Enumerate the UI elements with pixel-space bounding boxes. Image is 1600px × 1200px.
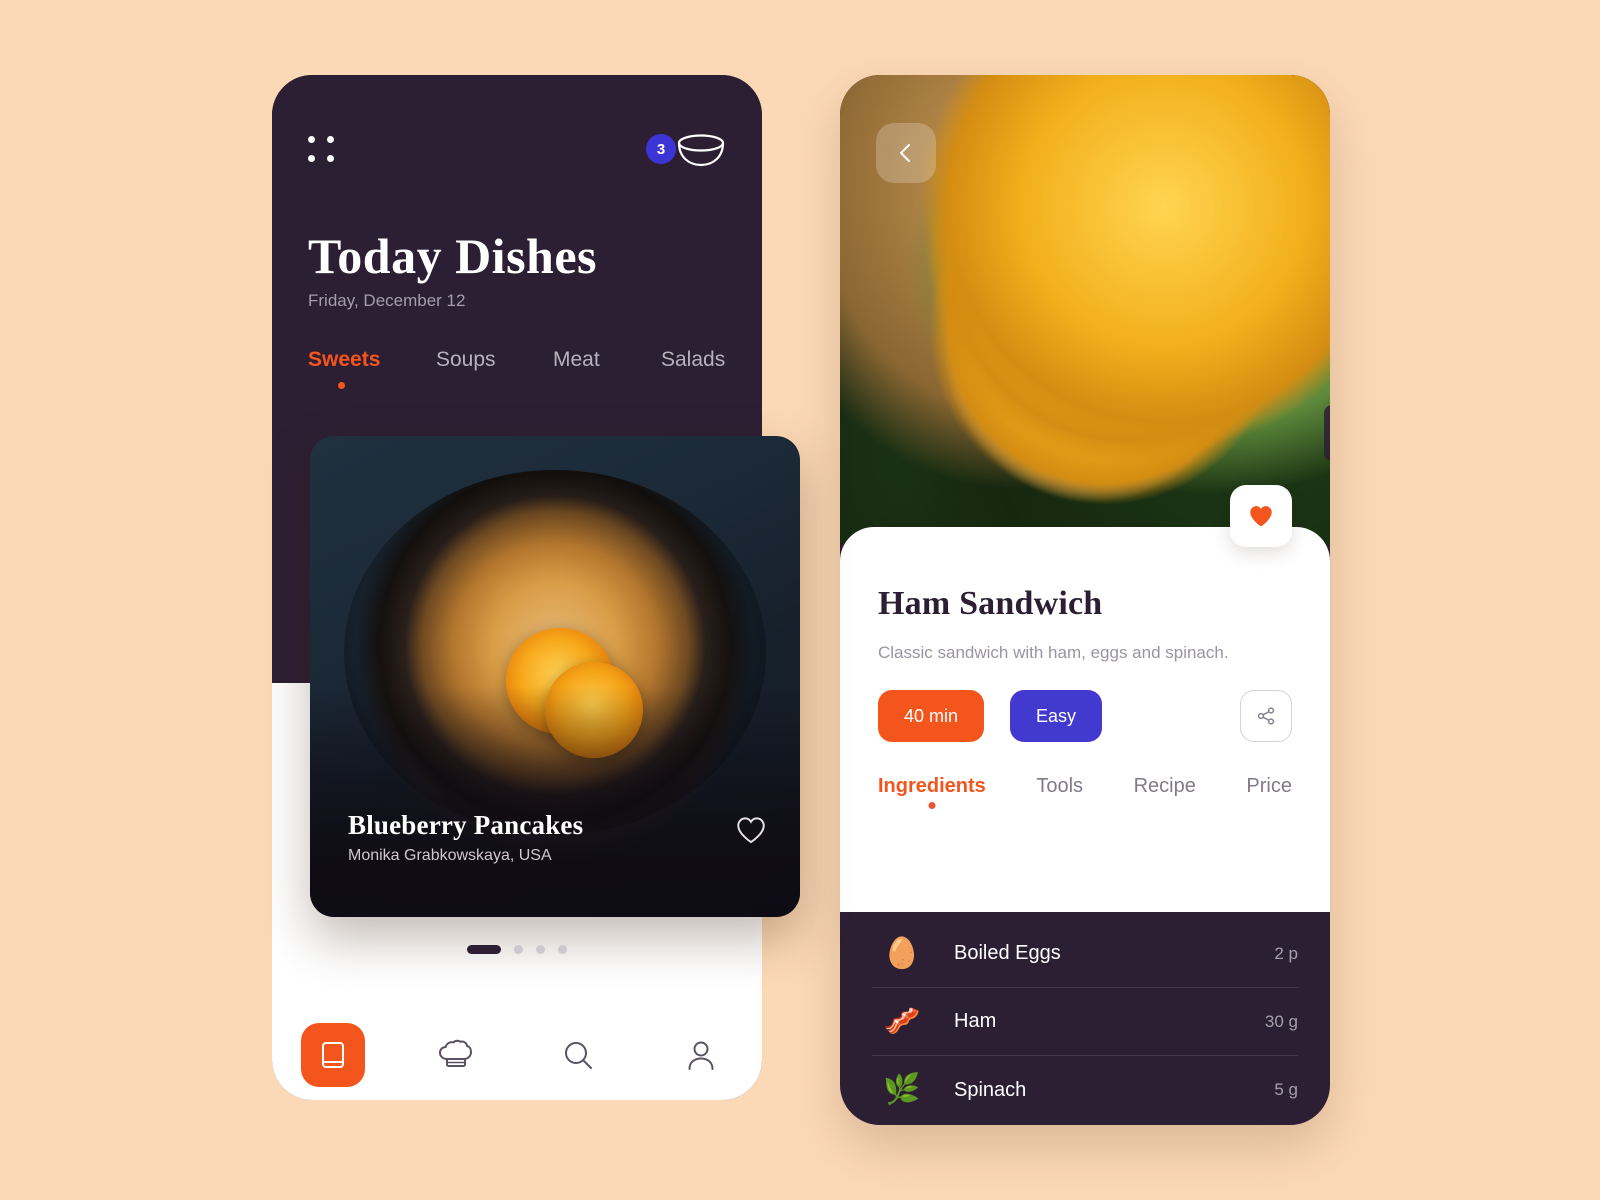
nav-active-pill [301, 1023, 366, 1087]
favorite-button[interactable] [1230, 485, 1292, 547]
pagination-dot[interactable] [558, 945, 567, 954]
left-phone-screen: 3 Today Dishes Friday, December 12 Sweet… [272, 75, 800, 1100]
tab-salads[interactable]: Salads [661, 348, 725, 372]
pagination-dot-active[interactable] [467, 945, 501, 954]
book-icon [322, 1042, 345, 1068]
bowl-icon [677, 134, 725, 167]
heart-outline-icon[interactable] [734, 813, 768, 847]
chef-hat-icon [438, 1039, 472, 1067]
carousel-pagination [272, 945, 762, 954]
recipe-title: Ham Sandwich [878, 585, 1103, 622]
tab-sweets[interactable]: Sweets [308, 348, 380, 372]
list-item[interactable]: 🥓 Ham 30 g [872, 988, 1298, 1056]
ingredient-name: Spinach [954, 1078, 1027, 1101]
nav-item-recipes[interactable] [272, 1023, 395, 1087]
bottom-navigation [272, 1010, 762, 1100]
cook-time-pill[interactable]: 40 min [878, 690, 985, 742]
ingredient-quantity: 2 p [1274, 943, 1298, 963]
recipe-description: Classic sandwich with ham, eggs and spin… [878, 643, 1229, 662]
heart-filled-icon [1250, 506, 1272, 527]
recipe-tabs: Ingredients Tools Recipe Price [840, 775, 1330, 798]
tab-meat[interactable]: Meat [553, 348, 600, 372]
pagination-dot[interactable] [514, 945, 523, 954]
left-topbar: 3 [308, 128, 726, 174]
ingredient-thumbnail: 🥓 [883, 1004, 921, 1038]
category-tabs: Sweets Soups Meat Salads [308, 348, 728, 394]
ingredient-thumbnail: 🥚 [883, 936, 921, 970]
ingredient-name: Ham [954, 1010, 997, 1032]
nav-item-chef[interactable] [395, 1039, 518, 1071]
page-date: Friday, December 12 [308, 291, 466, 310]
dish-name: Blueberry Pancakes [348, 810, 584, 840]
tab-price[interactable]: Price [1246, 775, 1292, 798]
ingredient-quantity: 30 g [1264, 1011, 1298, 1031]
tab-active-indicator [338, 382, 345, 389]
nav-item-profile[interactable] [640, 1039, 763, 1071]
cart-count-badge: 3 [646, 134, 676, 164]
chevron-left-icon [900, 144, 910, 162]
person-icon [688, 1041, 714, 1070]
pagination-dot[interactable] [536, 945, 545, 954]
tab-tools[interactable]: Tools [1036, 775, 1083, 798]
share-button[interactable] [1240, 690, 1292, 742]
ingredient-name: Boiled Eggs [954, 942, 1061, 964]
grid-dots-icon[interactable] [308, 136, 334, 162]
back-button[interactable] [876, 123, 936, 183]
share-icon [1257, 707, 1275, 725]
dish-card[interactable]: Blueberry Pancakes Monika Grabkowskaya, … [310, 436, 800, 917]
list-item[interactable]: 🌿 Spinach 5 g [872, 1056, 1298, 1124]
recipe-meta-pills: 40 min Easy [878, 690, 1103, 742]
tab-soups[interactable]: Soups [436, 348, 496, 372]
ingredient-thumbnail: 🌿 [883, 1073, 921, 1106]
page-title: Today Dishes [308, 228, 597, 284]
ingredient-quantity: 5 g [1274, 1080, 1298, 1099]
app-stage: 3 Today Dishes Friday, December 12 Sweet… [0, 0, 1600, 1200]
right-phone-screen: Ham Sandwich Classic sandwich with ham, … [840, 75, 1330, 1125]
list-item[interactable]: 🥚 Boiled Eggs 2 p [872, 920, 1298, 988]
difficulty-pill[interactable]: Easy [1010, 690, 1103, 742]
tab-ingredients[interactable]: Ingredients [878, 775, 986, 798]
nav-item-search[interactable] [517, 1039, 640, 1071]
tab-recipe[interactable]: Recipe [1134, 775, 1196, 798]
ingredients-list: 🥚 Boiled Eggs 2 p 🥓 Ham 30 g 🌿 Spinach 5… [840, 920, 1330, 1124]
scroll-nub [1324, 405, 1330, 461]
dish-author: Monika Grabkowskaya, USA [348, 847, 552, 864]
search-icon [565, 1042, 593, 1069]
dish-info: Blueberry Pancakes Monika Grabkowskaya, … [348, 810, 762, 865]
cart-button[interactable]: 3 [646, 128, 726, 174]
